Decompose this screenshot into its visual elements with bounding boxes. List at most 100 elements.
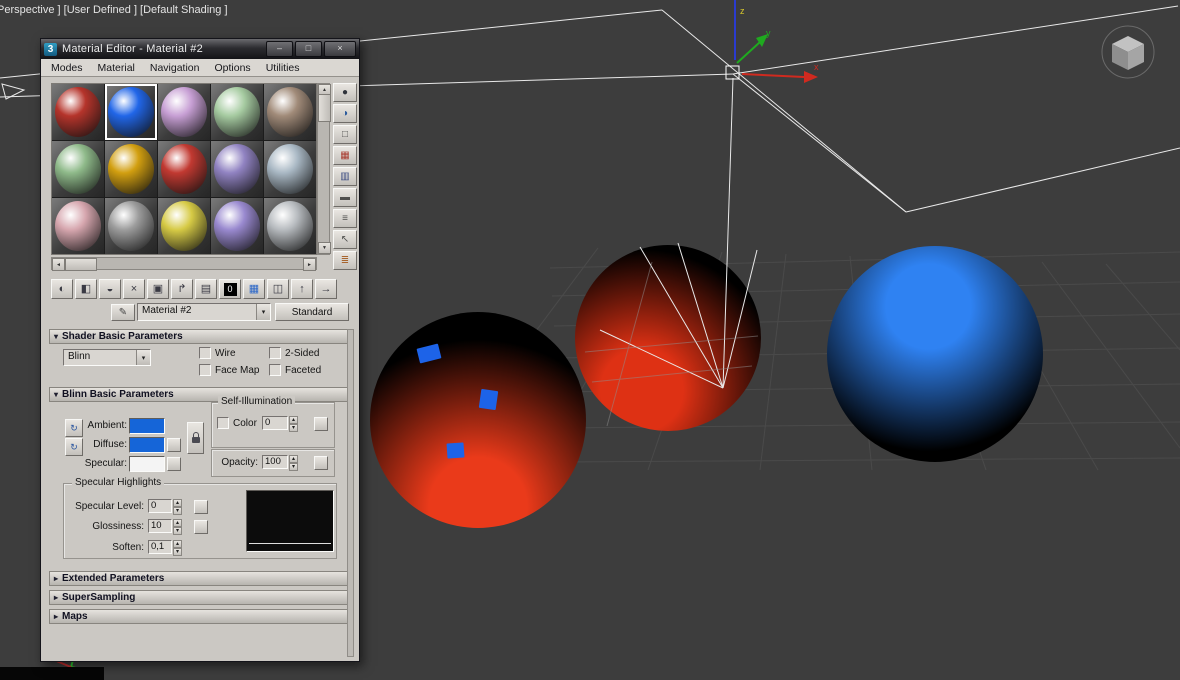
minimize-button[interactable]: – <box>266 41 293 57</box>
make-unique-button[interactable]: ↱ <box>171 279 193 299</box>
window-titlebar[interactable]: 3 Material Editor - Material #2 – □ × <box>41 39 359 59</box>
material-slot[interactable] <box>105 141 157 197</box>
options-button[interactable]: ≡ <box>333 209 357 228</box>
material-slot[interactable] <box>264 198 316 254</box>
scene-sphere-right[interactable] <box>827 246 1043 462</box>
spinner-arrows[interactable]: ▴ ▾ <box>173 519 182 535</box>
checkbox-2-sided[interactable]: 2-Sided <box>269 347 319 359</box>
go-to-parent-button[interactable]: ↑ <box>291 279 313 299</box>
material-slot[interactable] <box>211 141 263 197</box>
material-slot[interactable] <box>264 84 316 140</box>
material-slot[interactable] <box>105 198 157 254</box>
spinner-up-icon[interactable]: ▴ <box>289 416 298 424</box>
self-illumination-map-button[interactable] <box>314 417 328 431</box>
put-to-library-button[interactable]: ▤ <box>195 279 217 299</box>
get-material-button[interactable]: ◐ <box>51 279 73 299</box>
specular-level-spinner[interactable]: 0 ▴ ▾ <box>148 499 182 515</box>
checkbox-box[interactable] <box>269 364 281 376</box>
material-slot[interactable] <box>105 84 157 140</box>
material-slot[interactable] <box>52 84 104 140</box>
menu-material[interactable]: Material <box>98 62 135 74</box>
maximize-button[interactable]: □ <box>295 41 322 57</box>
material-slot[interactable] <box>211 84 263 140</box>
specular-color-swatch[interactable] <box>129 456 165 472</box>
close-button[interactable]: × <box>324 41 356 57</box>
chevron-down-icon[interactable]: ▾ <box>256 304 270 320</box>
show-end-result-button[interactable]: ◫ <box>267 279 289 299</box>
pick-material-from-object-button[interactable]: ✎ <box>111 304 135 321</box>
material-editor-window[interactable]: 3 Material Editor - Material #2 – □ × Mo… <box>40 38 360 662</box>
spinner-down-icon[interactable]: ▾ <box>289 463 298 471</box>
rollout-supersampling[interactable]: ▸ SuperSampling <box>49 590 349 605</box>
scroll-left-icon[interactable]: ◄ <box>52 258 65 271</box>
specular-map-button[interactable] <box>167 457 181 471</box>
self-illumination-spinner[interactable]: 0 ▴ ▾ <box>262 416 298 432</box>
slots-horizontal-scrollbar[interactable]: ◄ ► <box>51 257 317 271</box>
menu-options[interactable]: Options <box>215 62 251 74</box>
material-slot[interactable] <box>52 198 104 254</box>
scroll-down-icon[interactable]: ▼ <box>318 242 331 254</box>
spinner-down-icon[interactable]: ▾ <box>173 527 182 535</box>
rollout-shader-basic-parameters[interactable]: ▾ Shader Basic Parameters <box>49 329 349 344</box>
rollout-maps[interactable]: ▸ Maps <box>49 609 349 624</box>
checkbox-box[interactable] <box>199 364 211 376</box>
spinner-up-icon[interactable]: ▴ <box>289 455 298 463</box>
reset-map-button[interactable]: × <box>123 279 145 299</box>
material-slot[interactable] <box>211 198 263 254</box>
material-id-channel-button[interactable]: 0 <box>219 279 241 299</box>
opacity-map-button[interactable] <box>314 456 328 470</box>
spinner-down-icon[interactable]: ▾ <box>173 507 182 515</box>
spinner-arrows[interactable]: ▴ ▾ <box>173 540 182 556</box>
material-map-navigator-button[interactable]: ≣ <box>333 251 357 270</box>
checkbox-self-illum-color[interactable]: Color <box>217 417 257 429</box>
checkbox-box[interactable] <box>217 417 229 429</box>
sample-type-button[interactable]: ● <box>333 83 357 102</box>
make-preview-button[interactable]: ▬ <box>333 188 357 207</box>
soften-spinner[interactable]: 0,1 ▴ ▾ <box>148 540 182 556</box>
spinner-down-icon[interactable]: ▾ <box>173 548 182 556</box>
spinner-up-icon[interactable]: ▴ <box>173 499 182 507</box>
put-material-to-scene-button[interactable]: ◧ <box>75 279 97 299</box>
background-button[interactable]: □ <box>333 125 357 144</box>
material-slot[interactable] <box>264 141 316 197</box>
spinner-arrows[interactable]: ▴ ▾ <box>289 455 298 471</box>
scrollbar-thumb[interactable] <box>65 258 97 271</box>
scene-sphere-left[interactable] <box>370 312 586 528</box>
assign-material-to-selection-button[interactable]: ◒ <box>99 279 121 299</box>
select-by-material-button[interactable]: ↖ <box>333 230 357 249</box>
show-shaded-material-button[interactable]: ▦ <box>243 279 265 299</box>
menu-navigation[interactable]: Navigation <box>150 62 200 74</box>
scene-sphere-middle[interactable] <box>575 245 761 431</box>
diffuse-map-button[interactable] <box>167 438 181 452</box>
shader-type-dropdown[interactable]: Blinn ▾ <box>63 349 151 366</box>
ambient-diffuse-lock-button[interactable] <box>187 422 204 454</box>
spinner-up-icon[interactable]: ▴ <box>173 540 182 548</box>
checkbox-box[interactable] <box>269 347 281 359</box>
checkbox-box[interactable] <box>199 347 211 359</box>
specular-level-map-button[interactable] <box>194 500 208 514</box>
diffuse-color-swatch[interactable] <box>129 437 165 453</box>
spinner-up-icon[interactable]: ▴ <box>173 519 182 527</box>
sample-uv-tiling-button[interactable]: ▦ <box>333 146 357 165</box>
make-material-copy-button[interactable]: ▣ <box>147 279 169 299</box>
rollout-extended-parameters[interactable]: ▸ Extended Parameters <box>49 571 349 586</box>
scrollbar-thumb[interactable] <box>318 94 331 122</box>
scrollbar-track[interactable] <box>97 258 303 269</box>
checkbox-wire[interactable]: Wire <box>199 347 236 359</box>
checkbox-face-map[interactable]: Face Map <box>199 364 259 376</box>
opacity-spinner[interactable]: 100 ▴ ▾ <box>262 455 298 471</box>
material-name-dropdown[interactable]: Material #2 ▾ <box>137 303 271 321</box>
spinner-down-icon[interactable]: ▾ <box>289 424 298 432</box>
spinner-arrows[interactable]: ▴ ▾ <box>289 416 298 432</box>
scroll-right-icon[interactable]: ► <box>303 258 316 271</box>
go-forward-to-sibling-button[interactable]: → <box>315 279 337 299</box>
rollout-blinn-basic-parameters[interactable]: ▾ Blinn Basic Parameters <box>49 387 349 402</box>
material-slot[interactable] <box>158 84 210 140</box>
glossiness-spinner[interactable]: 10 ▴ ▾ <box>148 519 182 535</box>
material-slot[interactable] <box>158 198 210 254</box>
chevron-down-icon[interactable]: ▾ <box>136 350 150 365</box>
material-type-button[interactable]: Standard <box>275 303 349 321</box>
slots-vertical-scrollbar[interactable]: ▲ ▼ <box>317 83 331 255</box>
menu-utilities[interactable]: Utilities <box>266 62 300 74</box>
video-color-check-button[interactable]: ▥ <box>333 167 357 186</box>
